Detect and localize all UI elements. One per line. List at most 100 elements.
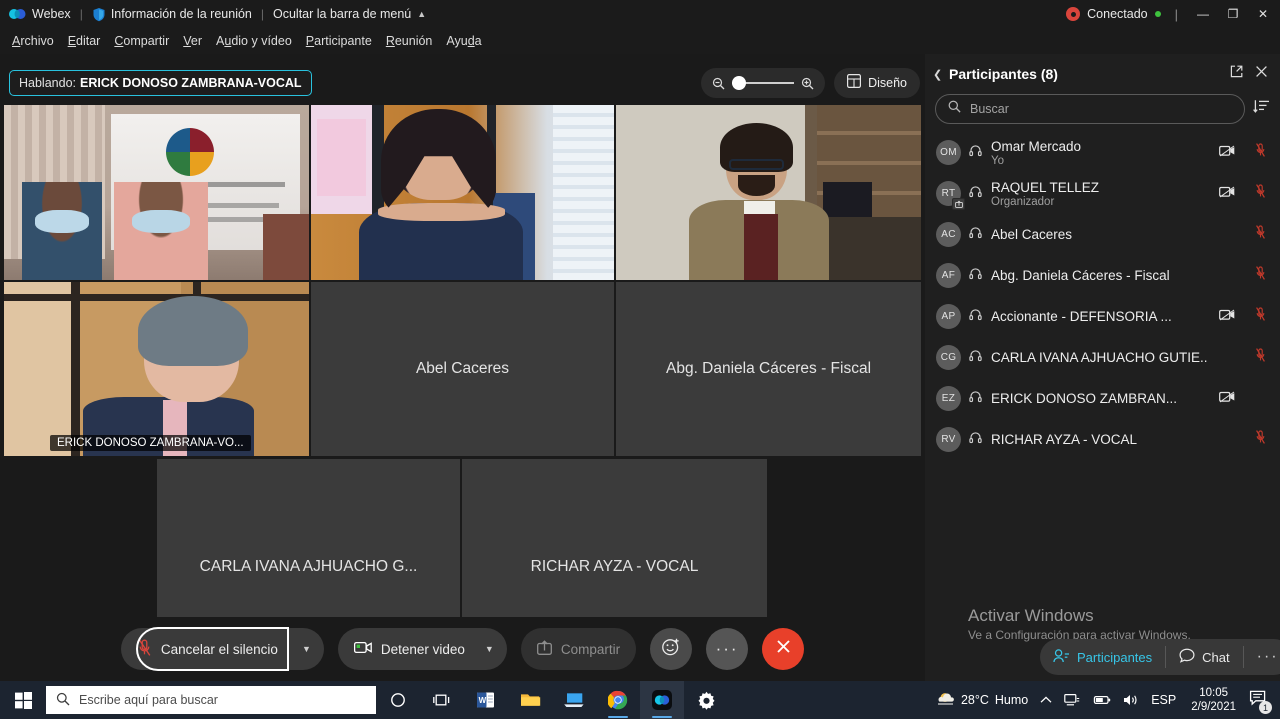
microphone-muted-icon[interactable] bbox=[1255, 184, 1266, 203]
camera-off-icon[interactable] bbox=[1219, 390, 1235, 408]
video-tile-name: Abg. Daniela Cáceres - Fiscal bbox=[665, 360, 872, 377]
video-tile-active-speaker[interactable]: ERICK DONOSO ZAMBRANA-VO... bbox=[4, 282, 309, 456]
notifications-button[interactable]: 1 bbox=[1245, 681, 1276, 719]
clock-widget[interactable]: 10:05 2/9/2021 bbox=[1182, 681, 1245, 719]
weather-widget[interactable]: 28°C Humo bbox=[930, 681, 1034, 719]
participant-row-raquel-tellez[interactable]: RT RAQUEL TELLEZ Organizador bbox=[925, 173, 1280, 214]
video-options-chevron-down-icon[interactable]: ▼ bbox=[480, 644, 501, 654]
menu-audio-video[interactable]: Audio y vídeo bbox=[209, 31, 299, 51]
zoom-out-icon[interactable] bbox=[712, 77, 725, 90]
menu-archivo[interactable]: Archivo bbox=[5, 31, 61, 51]
ellipsis-icon: ··· bbox=[1256, 648, 1279, 665]
participant-row-abel-caceres[interactable]: AC Abel Caceres bbox=[925, 214, 1280, 255]
zoom-in-icon[interactable] bbox=[801, 77, 814, 90]
minimize-button[interactable]: — bbox=[1188, 0, 1218, 28]
taskbar-settings-gear-icon[interactable] bbox=[684, 681, 728, 719]
video-tile-2[interactable] bbox=[311, 105, 614, 280]
search-input[interactable]: Buscar bbox=[935, 94, 1245, 124]
participant-info: RAQUEL TELLEZ Organizador bbox=[991, 180, 1208, 208]
taskbar-file-explorer-icon[interactable] bbox=[508, 681, 552, 719]
panel-more-button[interactable]: ··· bbox=[1244, 648, 1280, 665]
divider-3: | bbox=[1174, 6, 1178, 22]
cortana-icon[interactable] bbox=[376, 681, 420, 719]
battery-icon[interactable] bbox=[1086, 681, 1117, 719]
smiley-icon bbox=[661, 637, 681, 662]
avatar: RT bbox=[936, 181, 965, 210]
taskbar-search-placeholder: Escribe aquí para buscar bbox=[79, 693, 218, 707]
collapse-chevron-down-icon[interactable]: ❮ bbox=[933, 68, 949, 81]
video-tile-abel-caceres[interactable]: Abel Caceres bbox=[311, 282, 614, 456]
share-button[interactable]: Compartir bbox=[520, 628, 637, 670]
taskbar-remote-desktop-icon[interactable] bbox=[552, 681, 596, 719]
search-input-placeholder: Buscar bbox=[970, 102, 1009, 116]
leave-meeting-button[interactable] bbox=[762, 628, 805, 670]
participant-row-erick-donoso[interactable]: EZ ERICK DONOSO ZAMBRAN... bbox=[925, 378, 1280, 419]
start-button[interactable] bbox=[0, 681, 46, 719]
video-tile-name: CARLA IVANA AJHUACHO G... bbox=[199, 557, 418, 575]
menu-ver[interactable]: Ver bbox=[176, 31, 209, 51]
stop-video-button[interactable]: Detener video bbox=[353, 628, 471, 670]
menu-participante[interactable]: Participante bbox=[299, 31, 379, 51]
layout-button[interactable]: Diseño bbox=[834, 68, 920, 98]
task-view-icon[interactable] bbox=[420, 681, 464, 719]
taskbar-search-input[interactable]: Escribe aquí para buscar bbox=[46, 686, 376, 714]
zoom-slider-handle[interactable] bbox=[732, 76, 747, 90]
participant-row-accionante-defensoria[interactable]: AP Accionante - DEFENSORIA ... bbox=[925, 296, 1280, 337]
menu-compartir[interactable]: Compartir bbox=[107, 31, 176, 51]
participant-status-icons bbox=[1208, 307, 1266, 326]
weather-description: Humo bbox=[994, 693, 1029, 707]
menu-ayuda[interactable]: Ayuda bbox=[439, 31, 488, 51]
network-icon[interactable] bbox=[1058, 681, 1086, 719]
participant-status-icons bbox=[1208, 143, 1266, 162]
participants-toggle-button[interactable]: Participantes bbox=[1040, 648, 1165, 666]
language-indicator[interactable]: ESP bbox=[1145, 681, 1182, 719]
menu-reunion[interactable]: Reunión bbox=[379, 31, 440, 51]
camera-off-icon[interactable] bbox=[1219, 185, 1235, 203]
video-tile-daniela-caceres[interactable]: Abg. Daniela Cáceres - Fiscal bbox=[616, 282, 921, 456]
popout-panel-icon[interactable] bbox=[1230, 65, 1243, 83]
reactions-button[interactable] bbox=[650, 628, 693, 670]
avatar: AP bbox=[936, 304, 961, 329]
participant-info: CARLA IVANA AJHUACHO GUTIE... bbox=[991, 350, 1208, 365]
microphone-muted-icon[interactable] bbox=[1255, 430, 1266, 449]
more-options-button[interactable]: ··· bbox=[706, 628, 749, 670]
unmute-button[interactable]: Cancelar el silencio bbox=[135, 627, 289, 671]
hide-menubar-button[interactable]: Ocultar la barra de menú ▲ bbox=[273, 7, 426, 21]
microphone-muted-icon[interactable] bbox=[1255, 266, 1266, 285]
divider-2: | bbox=[260, 7, 264, 21]
close-button[interactable]: ✕ bbox=[1248, 0, 1278, 28]
video-tile-3[interactable] bbox=[616, 105, 921, 280]
microphone-muted-icon[interactable] bbox=[1255, 143, 1266, 162]
participant-row-carla-ajhuacho[interactable]: CG CARLA IVANA AJHUACHO GUTIE... bbox=[925, 337, 1280, 378]
chat-toggle-button[interactable]: Chat bbox=[1166, 648, 1242, 666]
volume-icon[interactable] bbox=[1117, 681, 1145, 719]
sort-participants-icon[interactable] bbox=[1253, 99, 1270, 119]
microphone-muted-icon[interactable] bbox=[1255, 348, 1266, 367]
taskbar-word-icon[interactable]: W bbox=[464, 681, 508, 719]
video-tile-1[interactable] bbox=[4, 105, 309, 280]
close-panel-icon[interactable] bbox=[1255, 65, 1268, 83]
speaking-label: Hablando: bbox=[19, 76, 76, 90]
share-screen-icon bbox=[536, 640, 552, 658]
headset-icon bbox=[969, 431, 982, 449]
microphone-muted-icon[interactable] bbox=[1255, 307, 1266, 326]
avatar-initials: AC bbox=[941, 229, 956, 240]
mute-button-group[interactable]: Cancelar el silencio ▼ bbox=[120, 627, 324, 671]
participant-row-richar-ayza[interactable]: RV RICHAR AYZA - VOCAL bbox=[925, 419, 1280, 460]
show-hidden-icons-chevron-up-icon[interactable] bbox=[1034, 681, 1058, 719]
microphone-muted-icon[interactable] bbox=[1255, 225, 1266, 244]
zoom-slider-control[interactable] bbox=[701, 68, 826, 98]
participant-row-omar-mercado[interactable]: OM Omar Mercado Yo bbox=[925, 132, 1280, 173]
participant-row-daniela-caceres[interactable]: AF Abg. Daniela Cáceres - Fiscal bbox=[925, 255, 1280, 296]
camera-off-icon[interactable] bbox=[1219, 144, 1235, 162]
search-icon bbox=[56, 692, 70, 709]
meeting-info-button[interactable]: Información de la reunión bbox=[92, 7, 252, 22]
taskbar-webex-icon[interactable] bbox=[640, 681, 684, 719]
taskbar-chrome-icon[interactable] bbox=[596, 681, 640, 719]
mute-options-chevron-down-icon[interactable]: ▼ bbox=[297, 644, 318, 654]
maximize-button[interactable]: ❐ bbox=[1218, 0, 1248, 28]
video-button-group[interactable]: Detener video ▼ bbox=[337, 628, 507, 670]
camera-off-icon[interactable] bbox=[1219, 308, 1235, 326]
zoom-slider-track[interactable] bbox=[732, 76, 795, 90]
menu-editar[interactable]: Editar bbox=[61, 31, 108, 51]
